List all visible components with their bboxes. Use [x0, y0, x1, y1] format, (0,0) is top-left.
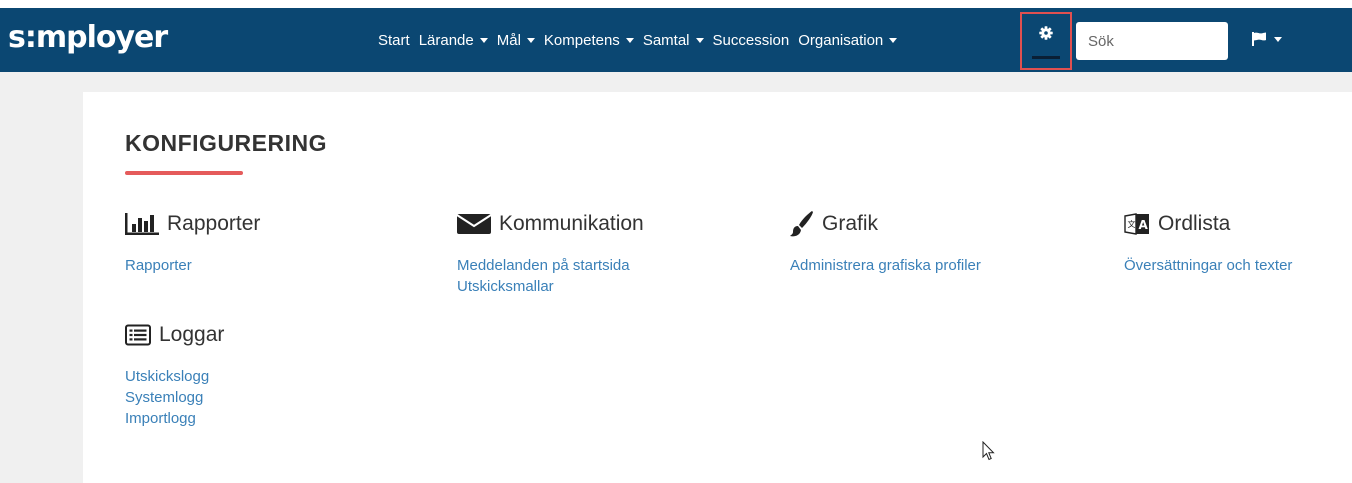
section-kommunikation: Kommunikation Meddelanden på startsida U… — [457, 210, 644, 297]
caret-down-icon — [479, 37, 488, 43]
nav-item-label: Kompetens — [543, 31, 620, 49]
section-loggar: Loggar Utskickslogg Systemlogg Importlog… — [125, 321, 224, 429]
caret-down-icon — [625, 37, 634, 43]
nav-item-label: Start — [378, 31, 410, 49]
active-indicator — [1032, 56, 1060, 59]
list-icon — [125, 324, 151, 346]
translate-icon: 文 A — [1124, 213, 1150, 235]
link-oversattningar[interactable]: Översättningar och texter — [1124, 255, 1292, 276]
link-rapporter[interactable]: Rapporter — [125, 255, 260, 276]
nav-item-organisation[interactable]: Organisation — [798, 31, 898, 49]
paintbrush-icon — [790, 210, 814, 238]
section-heading: Loggar — [125, 321, 224, 349]
nav-item-label: Samtal — [642, 31, 690, 49]
bar-chart-icon — [125, 213, 159, 235]
nav-item-label: Lärande — [418, 31, 474, 49]
section-title: Loggar — [159, 323, 225, 346]
logo[interactable]: s:mployer — [8, 20, 168, 55]
caret-down-icon — [1274, 36, 1282, 42]
nav-item-start[interactable]: Start — [378, 32, 410, 49]
config-card: KONFIGURERING Rapporter Rapporter Kommun… — [83, 92, 1352, 483]
section-title: Rapporter — [167, 212, 261, 235]
caret-down-icon — [889, 37, 898, 43]
envelope-icon — [457, 213, 491, 235]
section-title: Ordlista — [1158, 212, 1231, 235]
section-grafik: Grafik Administrera grafiska profiler — [790, 210, 981, 276]
section-ordlista: 文 A Ordlista Översättningar och texter — [1124, 210, 1292, 276]
page-title: KONFIGURERING — [125, 130, 327, 156]
nav-item-larande[interactable]: Lärande — [419, 32, 488, 49]
nav-item-kompetens[interactable]: Kompetens — [544, 32, 634, 49]
svg-text:A: A — [1139, 218, 1149, 232]
nav-item-label: Succession — [712, 31, 790, 49]
top-strip — [0, 0, 1352, 8]
gear-icon — [1039, 26, 1053, 40]
link-utskickslogg[interactable]: Utskickslogg — [125, 366, 224, 387]
main-nav: Start Lärande Mål Kompetens Samtal Succe… — [378, 8, 906, 72]
link-importlogg[interactable]: Importlogg — [125, 408, 224, 429]
caret-down-icon — [695, 37, 704, 43]
nav-item-samtal[interactable]: Samtal — [643, 32, 704, 49]
section-heading: Rapporter — [125, 210, 260, 238]
section-title: Kommunikation — [499, 212, 644, 235]
svg-text:文: 文 — [1128, 219, 1136, 229]
link-grafiska-profiler[interactable]: Administrera grafiska profiler — [790, 255, 981, 276]
mouse-cursor-icon — [982, 441, 995, 461]
nav-item-mal[interactable]: Mål — [497, 32, 535, 49]
language-dropdown[interactable] — [1252, 32, 1282, 46]
nav-item-succession[interactable]: Succession — [713, 32, 790, 49]
search-input[interactable] — [1076, 22, 1228, 60]
caret-down-icon — [526, 37, 535, 43]
section-rapporter: Rapporter Rapporter — [125, 210, 260, 276]
link-meddelanden-startsida[interactable]: Meddelanden på startsida — [457, 255, 644, 276]
nav-item-label: Organisation — [798, 31, 884, 49]
link-systemlogg[interactable]: Systemlogg — [125, 387, 224, 408]
section-title: Grafik — [822, 212, 879, 235]
section-heading: Kommunikation — [457, 210, 644, 238]
link-utskicksmallar[interactable]: Utskicksmallar — [457, 276, 644, 297]
section-heading: 文 A Ordlista — [1124, 210, 1292, 238]
navbar: s:mployer Start Lärande Mål Kompetens Sa… — [0, 8, 1352, 72]
settings-button[interactable] — [1020, 12, 1072, 70]
flag-icon — [1252, 32, 1266, 46]
nav-item-label: Mål — [496, 31, 521, 49]
title-underline — [125, 171, 243, 175]
section-heading: Grafik — [790, 210, 981, 238]
